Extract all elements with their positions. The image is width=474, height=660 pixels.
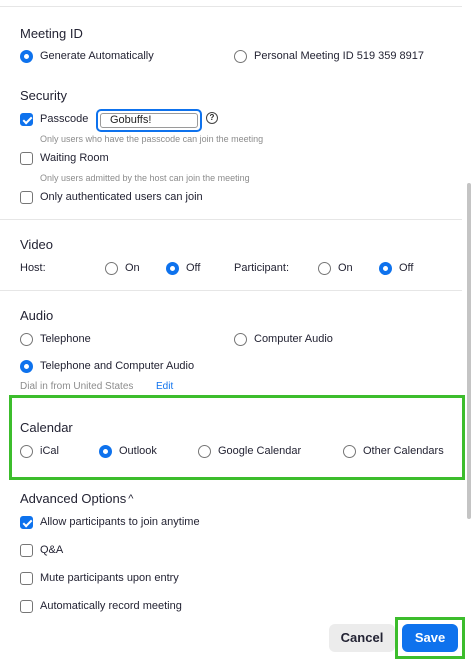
meeting-id-title: Meeting ID [20,26,83,41]
other-calendars-radio[interactable] [343,445,356,458]
google-calendar-label[interactable]: Google Calendar [218,445,301,457]
telephone-and-computer-audio-radio[interactable] [20,360,33,373]
personal-meeting-id-radio[interactable] [234,50,247,63]
qa-label: Q&A [40,544,64,556]
auto-record-checkbox[interactable] [20,600,33,613]
other-calendars-label[interactable]: Other Calendars [363,445,444,457]
telephone-label[interactable]: Telephone [40,333,91,345]
participant-video-off-radio[interactable] [379,262,392,275]
calendar-highlight-box [9,395,465,480]
waiting-room-hint: Only users admitted by the host can join… [40,173,250,183]
help-icon-glyph: ? [209,113,215,122]
help-icon[interactable]: ? [206,112,218,124]
host-video-on-radio[interactable] [105,262,118,275]
participant-video-off-label[interactable]: Off [399,262,413,274]
mute-upon-entry-checkbox[interactable] [20,572,33,585]
audio-title: Audio [20,308,54,323]
telephone-and-computer-audio-label[interactable]: Telephone and Computer Audio [40,360,194,372]
host-label: Host: [20,262,46,274]
generate-automatically-label[interactable]: Generate Automatically [40,50,154,62]
generate-automatically-radio[interactable] [20,50,33,63]
calendar-title: Calendar [20,420,73,435]
waiting-room-label: Waiting Room [40,152,109,164]
divider-video-audio [0,290,462,291]
passcode-checkbox[interactable] [20,113,33,126]
passcode-hint: Only users who have the passcode can joi… [40,134,264,144]
cancel-button[interactable]: Cancel [329,624,395,652]
outlook-label[interactable]: Outlook [119,445,157,457]
ical-label[interactable]: iCal [40,445,59,457]
mute-upon-entry-label: Mute participants upon entry [40,572,179,584]
advanced-options-toggle[interactable]: Advanced Options ^ [20,491,133,506]
ical-radio[interactable] [20,445,33,458]
passcode-field-wrapper: Gobuffs! [96,109,202,132]
allow-join-anytime-label: Allow participants to join anytime [40,516,200,528]
qa-checkbox[interactable] [20,544,33,557]
host-video-off-label[interactable]: Off [186,262,200,274]
allow-join-anytime-checkbox[interactable] [20,516,33,529]
auto-record-label: Automatically record meeting [40,600,182,612]
advanced-options-title: Advanced Options [20,491,127,506]
chevron-up-icon: ^ [128,493,134,505]
top-divider [0,6,462,7]
passcode-label: Passcode [40,113,89,125]
waiting-room-checkbox[interactable] [20,152,33,165]
participant-video-on-label[interactable]: On [338,262,353,274]
authenticated-only-checkbox[interactable] [20,191,33,204]
passcode-input[interactable]: Gobuffs! [100,113,198,128]
participant-video-on-radio[interactable] [318,262,331,275]
dial-in-text: Dial in from United States [20,381,134,392]
personal-meeting-id-label[interactable]: Personal Meeting ID 519 359 8917 [254,50,424,62]
divider-security-video [0,219,462,220]
save-button[interactable]: Save [402,624,458,652]
outlook-radio[interactable] [99,445,112,458]
host-video-off-radio[interactable] [166,262,179,275]
host-video-on-label[interactable]: On [125,262,140,274]
google-calendar-radio[interactable] [198,445,211,458]
security-title: Security [20,88,67,103]
telephone-radio[interactable] [20,333,33,346]
authenticated-only-label: Only authenticated users can join [40,191,203,203]
video-title: Video [20,237,54,252]
participant-label: Participant: [234,262,290,274]
scrollbar-thumb[interactable] [467,183,471,519]
computer-audio-label[interactable]: Computer Audio [254,333,333,345]
edit-dial-in-link[interactable]: Edit [156,381,173,392]
computer-audio-radio[interactable] [234,333,247,346]
